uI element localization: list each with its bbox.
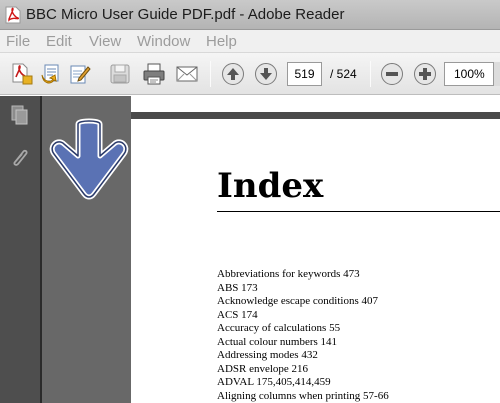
zoom-input[interactable]: 100% [444,62,494,86]
zoom-dropdown-arrow[interactable] [494,62,500,86]
toolbar-separator [210,61,211,87]
zoom-in-icon[interactable] [413,62,437,86]
email-icon[interactable] [175,62,199,86]
index-entry: Actual colour numbers 141 [217,335,338,348]
index-entry: ABS 173 [217,281,258,294]
zoom-out-icon[interactable] [380,62,404,86]
create-pdf-icon[interactable] [10,62,34,86]
menu-view[interactable]: View [89,33,121,50]
menu-window[interactable]: Window [137,33,190,50]
index-entry: Accuracy of calculations 55 [217,322,341,334]
adobe-reader-icon [5,6,21,24]
attachments-icon[interactable] [8,146,30,168]
window-title: BBC Micro User Guide PDF.pdf - Adobe Rea… [26,6,345,23]
page-heading: Index [217,166,324,206]
index-entry: ACS 174 [217,308,258,321]
menu-file[interactable]: File [6,33,30,50]
index-entry: Aligning columns when printing 57-66 [217,389,389,402]
navigation-panel [0,96,40,403]
pages-icon[interactable] [8,104,30,126]
heading-rule [217,211,500,212]
pdf-page: Index Abbreviations for keywords 473 ABS… [131,96,500,403]
toolbar-separator [370,61,371,87]
title-bar: BBC Micro User Guide PDF.pdf - Adobe Rea… [0,0,500,30]
menu-help[interactable]: Help [206,33,237,50]
menu-bar: File Edit View Window Help [0,30,500,53]
next-page-icon[interactable] [254,62,278,86]
index-entries: Abbreviations for keywords 473 ABS 173 A… [217,268,389,403]
toolbar: 519 / 524 100% [0,53,500,95]
index-entry: Abbreviations for keywords 473 [217,268,360,280]
page-header-bar [131,112,500,119]
index-entry: Addressing modes 432 [217,349,318,361]
index-entry: ADSR envelope 216 [217,362,309,375]
page-number-input[interactable]: 519 [287,62,322,86]
print-icon[interactable] [142,62,166,86]
down-arrow-icon [48,118,130,202]
page-total-label: / 524 [330,67,357,81]
open-icon[interactable] [39,62,63,86]
index-entry: Acknowledge escape conditions 407 [217,295,378,307]
menu-edit[interactable]: Edit [46,33,72,50]
previous-page-icon[interactable] [221,62,245,86]
save-icon[interactable] [108,62,132,86]
sign-icon[interactable] [67,62,91,86]
index-entry: ADVAL 175,405,414,459 [217,376,331,388]
